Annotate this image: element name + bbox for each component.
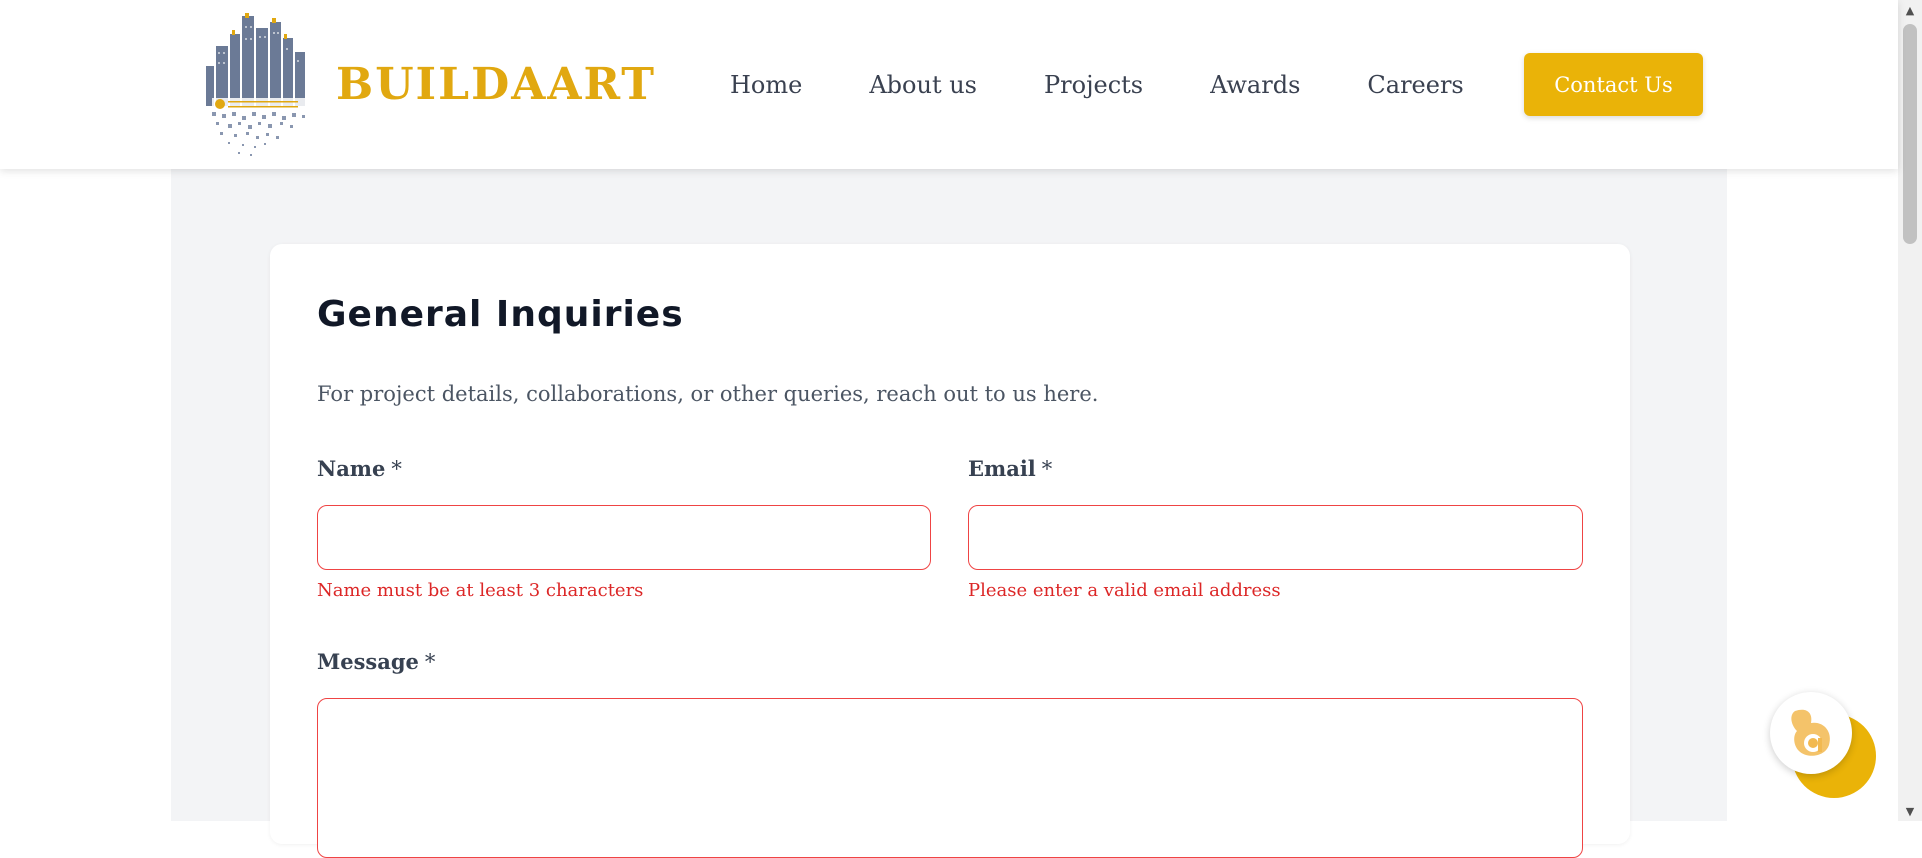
scroll-up-icon[interactable]: ▲ [1898,0,1922,20]
vertical-scrollbar[interactable]: ▲ ▼ [1898,0,1922,821]
scroll-down-icon[interactable]: ▼ [1898,801,1922,821]
name-required-mark: * [391,457,402,481]
message-label-text: Message [317,649,419,674]
name-label-text: Name [317,456,386,481]
email-field[interactable] [968,505,1583,570]
email-required-mark: * [1041,457,1053,481]
message-field[interactable] [317,698,1583,858]
main-nav: Home About us Projects Awards Careers [730,0,1531,169]
form-description: For project details, collaborations, or … [317,382,1099,406]
nav-about-us[interactable]: About us [869,71,977,99]
nav-careers[interactable]: Careers [1367,71,1463,99]
email-label: Email * [968,456,1052,481]
name-label: Name * [317,456,402,481]
message-label: Message * [317,649,435,674]
page-title: General Inquiries [317,294,684,335]
chat-widget-bubble [1770,692,1852,774]
nav-projects[interactable]: Projects [1044,71,1143,99]
chat-assistant-icon [1791,709,1830,756]
general-inquiries-card: General Inquiries For project details, c… [270,244,1630,858]
brand-logo-link[interactable]: BUILDAART [198,12,656,158]
building-skyline-logo-icon [206,13,306,156]
email-label-text: Email [968,456,1036,481]
site-header: BUILDAART Home About us Projects Awards … [0,0,1898,169]
nav-awards[interactable]: Awards [1210,71,1300,99]
message-required-mark: * [424,650,436,674]
nav-home[interactable]: Home [730,71,802,99]
contact-us-button[interactable]: Contact Us [1524,53,1703,116]
name-error: Name must be at least 3 characters [317,580,644,601]
chat-widget-button[interactable] [1770,692,1878,800]
name-field[interactable] [317,505,931,570]
brand-name: BUILDAART [336,59,657,110]
scrollbar-thumb[interactable] [1903,24,1917,244]
email-error: Please enter a valid email address [968,580,1281,601]
